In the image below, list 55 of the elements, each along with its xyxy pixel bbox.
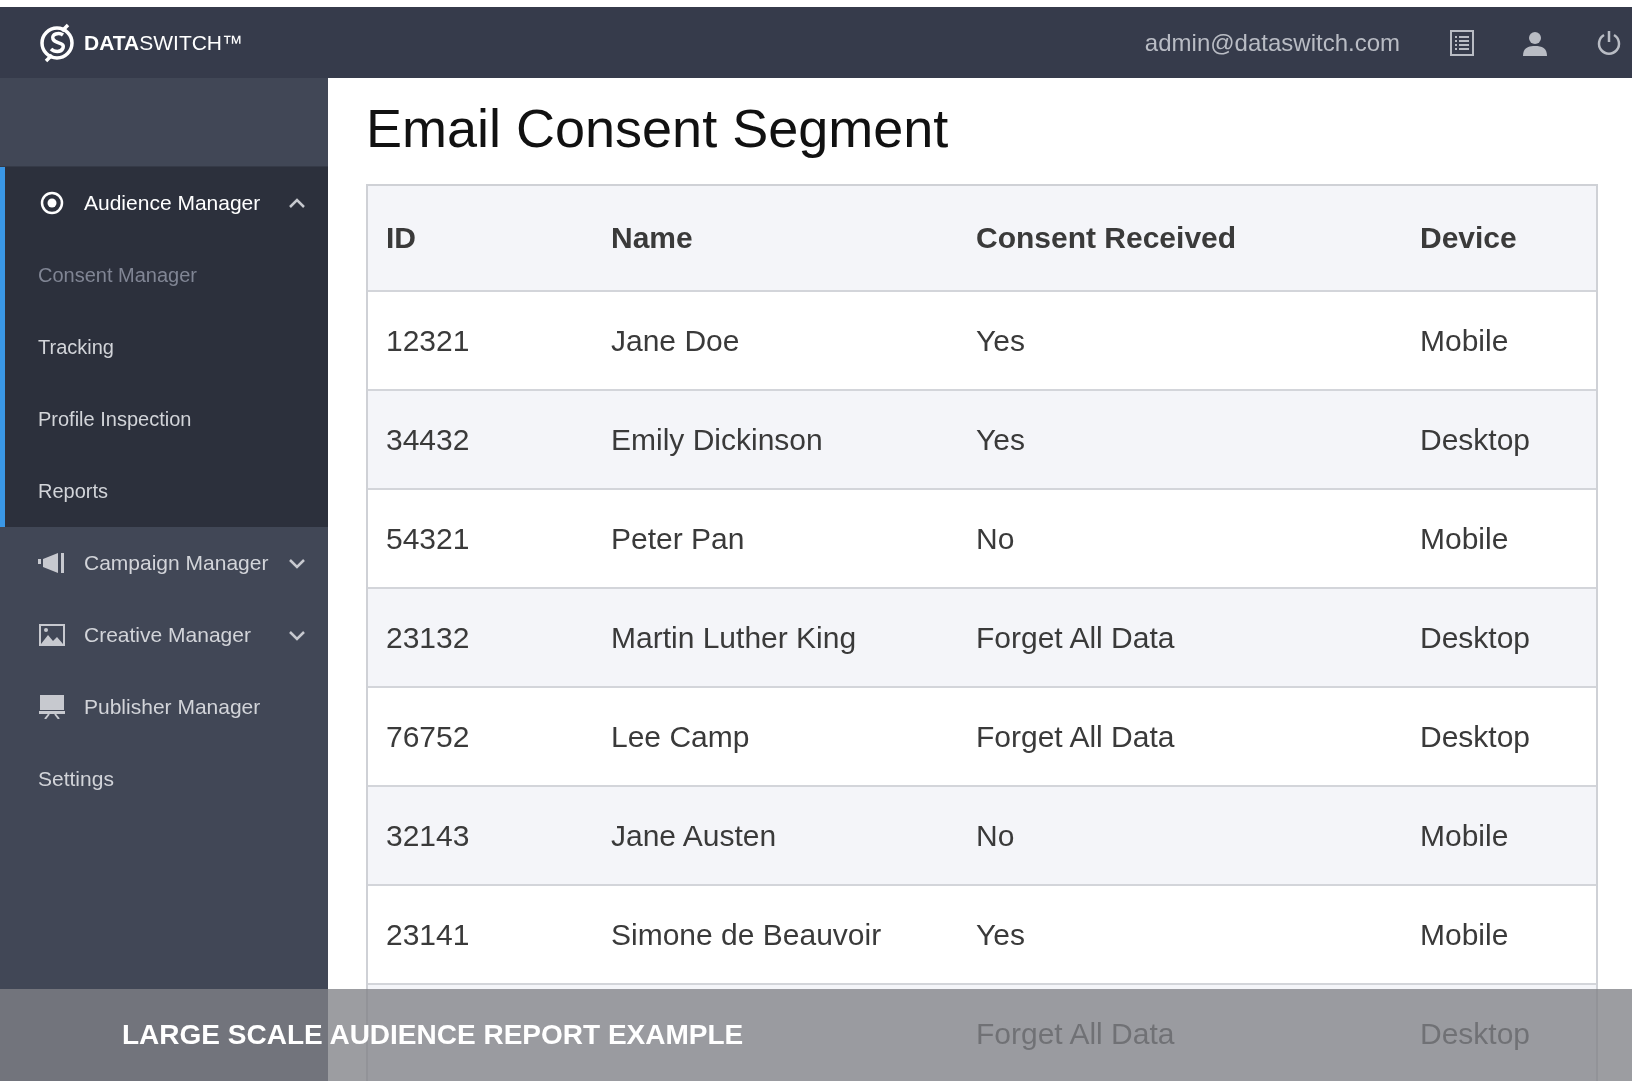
table-cell-text: 32143: [385, 818, 471, 853]
column-header: ID: [385, 221, 417, 255]
table-cell-text: 34432: [385, 422, 471, 457]
target-icon: [40, 191, 64, 215]
table-cell-text: Forget All Data: [975, 719, 1176, 754]
table-cell-text: Desktop: [1419, 719, 1532, 754]
table-cell-text: 23132: [385, 620, 471, 655]
nav-item[interactable]: Publisher Manager: [0, 671, 328, 743]
table-cell-text: Martin Luther King: [610, 620, 858, 655]
table-cell-text: Desktop: [1419, 620, 1532, 655]
table-cell-text: No: [975, 818, 1016, 853]
megaphone-icon: [38, 553, 66, 573]
table-cell-text: Yes: [975, 323, 1026, 358]
table-cell-text: 12321: [385, 323, 471, 358]
column-header: Consent Received: [975, 221, 1238, 255]
column-header: Name: [610, 221, 694, 255]
brand-name: DATASWITCH™: [84, 30, 244, 55]
table-cell-text: Mobile: [1419, 818, 1510, 853]
nav-item[interactable]: Creative Manager: [0, 599, 328, 671]
column-header: Device: [1419, 221, 1518, 255]
nav-subitem[interactable]: Tracking: [5, 311, 328, 383]
caret-icon[interactable]: [288, 197, 306, 209]
nav-item[interactable]: Campaign Manager: [0, 527, 328, 599]
table-cell-text: Mobile: [1419, 323, 1510, 358]
table-cell-text: Desktop: [1419, 422, 1532, 457]
table-cell-text: Peter Pan: [610, 521, 746, 556]
table-cell-text: Emily Dickinson: [610, 422, 824, 457]
list-icon[interactable]: [1450, 29, 1474, 56]
monitor-icon: [39, 695, 65, 719]
table-cell-text: Lee Camp: [610, 719, 751, 754]
power-icon[interactable]: [1596, 29, 1622, 56]
caret-icon[interactable]: [288, 629, 306, 641]
table-cell-text: Yes: [975, 422, 1026, 457]
nav-subitem[interactable]: Reports: [5, 455, 328, 527]
nav-item[interactable]: Settings: [0, 743, 328, 815]
user-email: admin@dataswitch.com: [1144, 28, 1400, 57]
table-cell-text: Forget All Data: [975, 620, 1176, 655]
nav-item[interactable]: Audience Manager: [5, 167, 328, 239]
table-cell-text: Jane Doe: [610, 323, 741, 358]
table-cell-text: Jane Austen: [610, 818, 778, 853]
table-cell-text: Mobile: [1419, 917, 1510, 952]
nav-subitem[interactable]: Consent Manager: [5, 239, 328, 311]
table-cell-text: Mobile: [1419, 521, 1510, 556]
table-cell-text: Simone de Beauvoir: [610, 917, 883, 952]
caption-text: LARGE SCALE AUDIENCE REPORT EXAMPLE: [122, 1019, 744, 1051]
user-icon[interactable]: [1522, 29, 1548, 56]
table-cell-text: No: [975, 521, 1016, 556]
nav-subitem[interactable]: Profile Inspection: [5, 383, 328, 455]
image-icon: [39, 624, 65, 646]
table-cell-text: 76752: [385, 719, 471, 754]
table-cell-text: 54321: [385, 521, 471, 556]
page-title: Email Consent Segment: [365, 97, 950, 160]
table-cell-text: 23141: [385, 917, 471, 952]
table-cell-text: Yes: [975, 917, 1026, 952]
caret-icon[interactable]: [288, 557, 306, 569]
